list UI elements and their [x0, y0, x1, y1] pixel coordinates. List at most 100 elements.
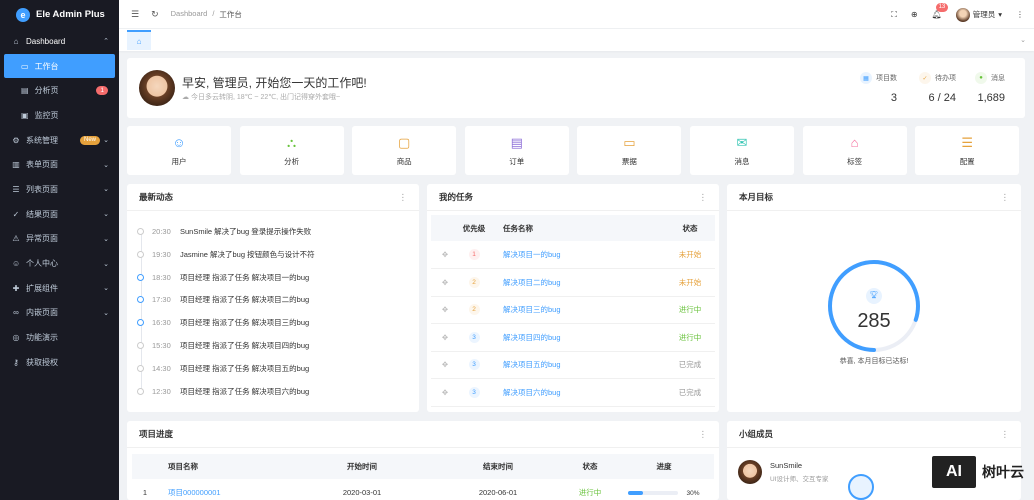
- more-vertical-icon[interactable]: ⋮: [699, 429, 708, 440]
- progress-label: 30%: [686, 489, 700, 497]
- stat-projects[interactable]: ▦ 项目数 3: [860, 72, 897, 104]
- task-link[interactable]: 解决项目三的bug: [503, 305, 561, 314]
- count-badge: 1: [96, 86, 108, 96]
- shortcut-4[interactable]: ▭ 票据: [577, 126, 682, 175]
- avatar: [139, 70, 175, 106]
- watermark-logo: AI: [932, 456, 976, 488]
- timeline-item: 16:30 项目经理 指派了任务 解决项目三的bug: [137, 317, 309, 328]
- shortcut-1[interactable]: ⛬ 分析: [239, 126, 344, 175]
- project-icon: ▦: [860, 72, 872, 84]
- timeline-time: 14:30: [152, 363, 171, 373]
- menu-fold-icon[interactable]: ☰: [131, 9, 139, 20]
- task-link[interactable]: 解决项目六的bug: [503, 388, 561, 397]
- more-vertical-icon[interactable]: ⋮: [1001, 192, 1010, 203]
- sidebar-item[interactable]: ◎ 功能演示: [0, 325, 119, 350]
- sidebar-item[interactable]: ⚷ 获取授权: [0, 350, 119, 375]
- chevron-down-icon: ▾: [998, 10, 1002, 19]
- stat-todo[interactable]: ✓ 待办项 6 / 24: [919, 72, 956, 104]
- timeline-item: 15:30 项目经理 指派了任务 解决项目四的bug: [137, 340, 309, 351]
- timeline-dot: [137, 319, 144, 327]
- user-menu[interactable]: 管理员 ▾: [955, 7, 1002, 22]
- breadcrumb-current: 工作台: [219, 9, 242, 19]
- timeline-text: 项目经理 指派了任务 解决项目四的bug: [180, 341, 310, 350]
- project-link[interactable]: 项目000000001: [168, 488, 221, 497]
- sidebar-item-label: 列表页面: [26, 184, 58, 194]
- header: ☰ ↻ Dashboard / 工作台 ⛶ ⊕ 🔔︎ 13 管理员 ▾ ⋮: [119, 0, 1034, 29]
- sidebar-item-label: 分析页: [34, 86, 59, 96]
- sidebar-item[interactable]: ▣ 监控页: [0, 103, 119, 128]
- task-link[interactable]: 解决项目一的bug: [503, 250, 561, 259]
- task-link[interactable]: 解决项目四的bug: [503, 333, 561, 342]
- drag-handle-icon[interactable]: ✥: [431, 351, 459, 379]
- sidebar-item-label: 功能演示: [26, 333, 58, 343]
- shortcut-label: 配置: [959, 157, 975, 166]
- sidebar-item[interactable]: ☰ 列表页面 ⌄: [0, 177, 119, 202]
- task-link[interactable]: 解决项目五的bug: [503, 360, 561, 369]
- timeline-dot: [137, 273, 144, 281]
- refresh-icon[interactable]: ↻: [151, 9, 159, 20]
- timeline-dot: [137, 250, 144, 258]
- drag-handle-icon[interactable]: ✥: [431, 241, 459, 269]
- sidebar-item[interactable]: ✓ 结果页面 ⌄: [0, 202, 119, 227]
- fullscreen-icon[interactable]: ⛶: [891, 10, 897, 20]
- sidebar-item[interactable]: ∞ 内嵌页面 ⌄: [0, 301, 119, 326]
- stat-value: 1,689: [977, 92, 1005, 104]
- timeline-item: 20:30 SunSmile 解决了bug 登录提示操作失败: [137, 226, 311, 237]
- chevron-up-icon: ⌃: [103, 38, 109, 46]
- more-vertical-icon[interactable]: ⋮: [1001, 429, 1010, 440]
- mail-icon: ✉: [736, 135, 748, 150]
- drag-handle-icon[interactable]: ✥: [431, 268, 459, 297]
- language-icon[interactable]: ⊕: [911, 10, 918, 19]
- shortcut-7[interactable]: ☰ 配置: [915, 126, 1020, 175]
- sidebar-item[interactable]: ✚ 扩展组件 ⌄: [0, 276, 119, 301]
- drag-handle-icon[interactable]: ✥: [431, 323, 459, 352]
- shortcut-6[interactable]: ⌂ 标签: [802, 126, 907, 175]
- more-vertical-icon[interactable]: ⋮: [1016, 10, 1024, 19]
- tab-bar: ⌂ ⌄: [119, 29, 1034, 51]
- timeline-item: 17:30 项目经理 指派了任务 解决项目二的bug: [137, 294, 309, 305]
- column-header[interactable]: 优先级: [459, 215, 489, 241]
- sidebar-item[interactable]: ☺ 个人中心 ⌄: [0, 251, 119, 276]
- timeline-time: 17:30: [152, 295, 171, 305]
- sidebar-item[interactable]: ⌂ Dashboard ⌃: [0, 29, 119, 54]
- timeline-dot: [137, 342, 144, 349]
- drag-handle-icon[interactable]: ✥: [431, 378, 459, 407]
- back-to-top-button[interactable]: [848, 474, 874, 500]
- more-vertical-icon[interactable]: ⋮: [699, 192, 708, 203]
- column-header: 开始时间: [294, 454, 430, 479]
- watermark-text: 树叶云: [982, 464, 1024, 480]
- tab-home[interactable]: ⌂: [127, 30, 151, 50]
- sidebar-item[interactable]: ▤ 分析页 1: [0, 78, 119, 103]
- shortcut-label: 商品: [396, 157, 412, 166]
- chevron-down-icon[interactable]: ⌄: [1020, 36, 1026, 44]
- timeline-dot: [137, 228, 144, 235]
- timeline-text: Jasmine 解决了bug 按钮颜色与设计不符: [180, 249, 315, 259]
- chevron-down-icon: ⌄: [103, 211, 109, 219]
- shortcut-3[interactable]: ▤ 订单: [464, 126, 569, 175]
- drag-handle-icon[interactable]: ✥: [431, 296, 459, 324]
- notification-icon[interactable]: 🔔︎ 13: [932, 3, 949, 19]
- card-title: 我的任务: [439, 192, 474, 202]
- shortcut-2[interactable]: ▢ 商品: [352, 126, 457, 175]
- app-logo[interactable]: e Ele Admin Plus: [0, 0, 119, 29]
- chevron-down-icon: ⌄: [103, 235, 109, 243]
- table-row: 1 项目000000001 2020-03-01 2020-06-01 进行中 30%: [132, 479, 714, 500]
- chevron-down-icon: ⌄: [103, 186, 109, 194]
- team-member[interactable]: SunSmile UI设计师、交互专家: [738, 460, 829, 484]
- sidebar-item[interactable]: ⚠ 异常页面 ⌄: [0, 227, 119, 252]
- stat-messages[interactable]: ● 消息 1,689: [975, 72, 1005, 104]
- projects-card: 项目进度 ⋮ 项目名称 开始时间 结束时间 状态 进度 1 项目000000001 2…: [127, 421, 719, 500]
- column-header: 进度: [614, 454, 714, 479]
- tasks-card: 我的任务 ⋮ 优先级 任务名称 状态 ✥ 1 解决项目一的bug 未开始 ✥ 2 解决项目二的…: [427, 184, 719, 412]
- more-vertical-icon[interactable]: ⋮: [399, 192, 408, 203]
- sidebar-item[interactable]: ▭ 工作台: [4, 53, 115, 79]
- app-title: Ele Admin Plus: [36, 9, 105, 20]
- shortcut-0[interactable]: ☺ 用户: [127, 126, 231, 175]
- sidebar-item[interactable]: ▥ 表单页面 ⌄: [0, 152, 119, 177]
- task-link[interactable]: 解决项目二的bug: [503, 278, 561, 287]
- shortcut-5[interactable]: ✉ 消息: [690, 126, 794, 175]
- sidebar-item[interactable]: ⚙ 系统管理 New ⌄: [0, 128, 119, 153]
- breadcrumb-item[interactable]: Dashboard: [171, 9, 208, 20]
- tasks-table: 优先级 任务名称 状态 ✥ 1 解决项目一的bug 未开始 ✥ 2 解决项目二的bug 未开始…: [431, 215, 715, 407]
- home-icon: ⌂: [13, 36, 19, 46]
